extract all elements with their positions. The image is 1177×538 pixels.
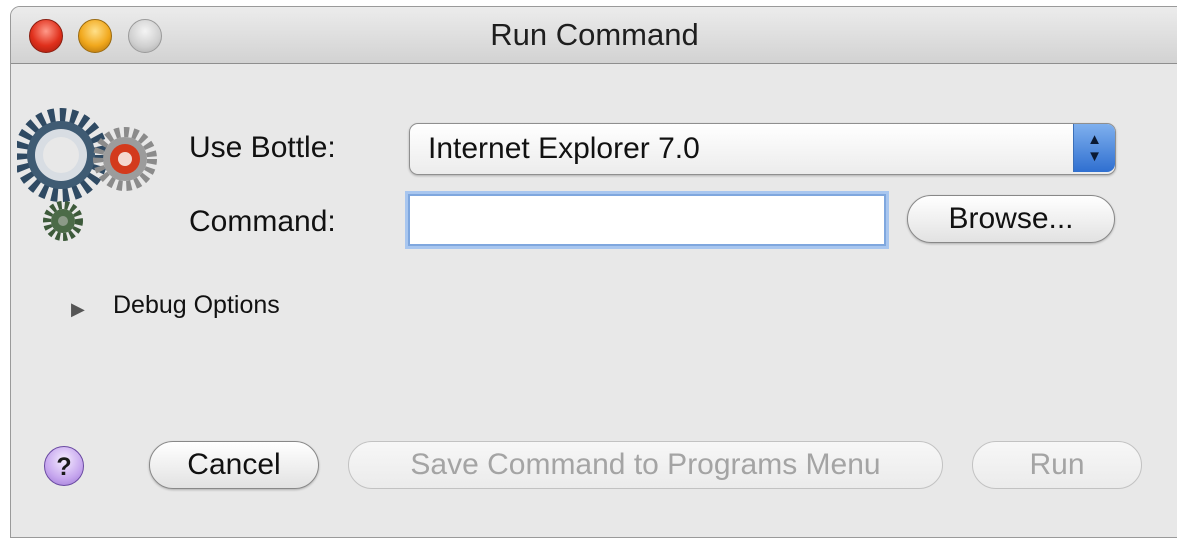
debug-options-label[interactable]: Debug Options <box>113 291 280 320</box>
red-gear <box>93 127 157 191</box>
save-command-button[interactable]: Save Command to Programs Menu <box>348 441 943 489</box>
command-label: Command: <box>189 205 336 238</box>
large-gear <box>17 108 108 202</box>
title-bar[interactable]: Run Command <box>11 7 1177 64</box>
help-button[interactable]: ? <box>44 446 84 486</box>
run-command-window: Run Command Use Bottle: Internet Explore… <box>10 6 1177 538</box>
cancel-button[interactable]: Cancel <box>149 441 319 489</box>
window-title: Run Command <box>490 17 699 52</box>
gears-icon <box>17 108 157 241</box>
bottle-select[interactable]: Internet Explorer 7.0 ▲ ▼ <box>409 123 1116 175</box>
bottle-select-value: Internet Explorer 7.0 <box>428 132 700 165</box>
command-input[interactable] <box>408 194 886 246</box>
triangle-right-icon[interactable]: ▶ <box>71 299 85 320</box>
green-gear <box>43 201 83 241</box>
run-button[interactable]: Run <box>972 441 1142 489</box>
browse-button[interactable]: Browse... <box>907 195 1115 243</box>
up-down-arrows-icon[interactable]: ▲ ▼ <box>1073 124 1115 172</box>
use-bottle-label: Use Bottle: <box>189 131 336 164</box>
